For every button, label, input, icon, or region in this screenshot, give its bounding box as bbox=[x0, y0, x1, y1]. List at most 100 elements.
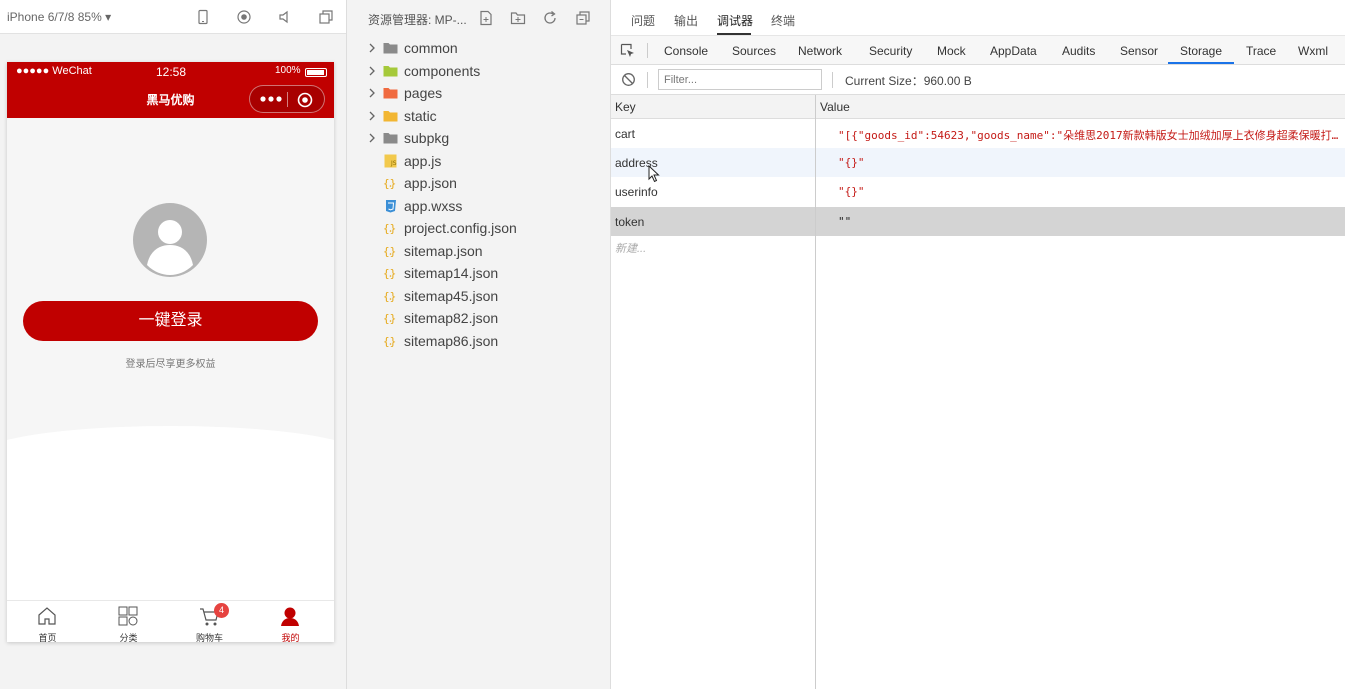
svg-text:{}: {} bbox=[383, 290, 396, 303]
tab-sensor[interactable]: Sensor bbox=[1120, 44, 1158, 58]
tree-folder[interactable]: components bbox=[365, 60, 605, 82]
tab-console[interactable]: Console bbox=[664, 44, 708, 58]
svg-text:{}: {} bbox=[383, 222, 396, 235]
avatar bbox=[133, 203, 207, 277]
battery-percent: 100% bbox=[275, 65, 301, 76]
storage-value[interactable]: "{}" bbox=[838, 156, 1344, 169]
tab-mock[interactable]: Mock bbox=[937, 44, 966, 58]
tree-file[interactable]: {} sitemap82.json bbox=[365, 307, 605, 329]
folder-icon bbox=[383, 131, 398, 145]
filter-input[interactable] bbox=[658, 69, 822, 90]
tab-home[interactable]: 首页 bbox=[7, 601, 88, 642]
one-click-login-button[interactable]: 一键登录 bbox=[23, 301, 318, 341]
tree-file[interactable]: {} sitemap86.json bbox=[365, 330, 605, 352]
detach-window-icon[interactable] bbox=[318, 9, 334, 25]
tab-category[interactable]: 分类 bbox=[88, 601, 169, 642]
tab-debugger[interactable]: 调试器 bbox=[717, 12, 753, 29]
table-row-selected[interactable]: token "" bbox=[611, 207, 1345, 236]
tree-file[interactable]: {} project.config.json bbox=[365, 217, 605, 239]
chevron-right-icon[interactable] bbox=[367, 110, 377, 122]
file-name: sitemap82.json bbox=[404, 310, 499, 326]
tab-bar: 首页 分类 4 购物车 我的 bbox=[7, 600, 334, 642]
svg-text:{}: {} bbox=[383, 267, 396, 280]
collapse-all-icon[interactable] bbox=[575, 10, 591, 26]
tab-cart[interactable]: 4 购物车 bbox=[169, 601, 250, 642]
tab-appdata[interactable]: AppData bbox=[990, 44, 1037, 58]
file-name: sitemap45.json bbox=[404, 287, 499, 304]
tree-file[interactable]: {} app.json bbox=[365, 172, 605, 194]
capsule-divider bbox=[287, 92, 288, 107]
tab-label: 购物车 bbox=[195, 633, 223, 642]
file-name: app.js bbox=[404, 152, 442, 169]
tree-file[interactable]: {} sitemap.json bbox=[365, 240, 605, 262]
tab-wxml[interactable]: Wxml bbox=[1298, 44, 1328, 58]
current-size-label: Current Size：960.00 B bbox=[845, 74, 972, 88]
storage-value[interactable]: "" bbox=[838, 215, 1344, 228]
table-row[interactable]: userinfo "{}" bbox=[611, 177, 1345, 206]
tree-folder[interactable]: common bbox=[365, 37, 605, 59]
chevron-right-icon[interactable] bbox=[367, 42, 377, 54]
grid-icon bbox=[118, 606, 138, 626]
value-column-header[interactable]: Value bbox=[820, 100, 850, 114]
tab-label: 首页 bbox=[38, 633, 57, 642]
tree-folder[interactable]: subpkg bbox=[365, 127, 605, 149]
tree-folder[interactable]: pages bbox=[365, 82, 605, 104]
toolbar-divider bbox=[647, 43, 648, 58]
chevron-right-icon[interactable] bbox=[367, 65, 377, 77]
column-divider[interactable] bbox=[815, 95, 816, 689]
storage-key[interactable]: userinfo bbox=[615, 185, 658, 199]
chevron-right-icon[interactable] bbox=[367, 87, 377, 99]
table-row[interactable]: cart "[{"goods_id":54623,"goods_name":"朵… bbox=[611, 119, 1345, 148]
tab-network[interactable]: Network bbox=[798, 44, 842, 58]
close-miniprogram-icon[interactable] bbox=[297, 92, 313, 108]
phone-icon[interactable] bbox=[195, 9, 211, 25]
storage-table-header: Key Value bbox=[611, 95, 1345, 119]
tab-sources[interactable]: Sources bbox=[732, 44, 776, 58]
status-bar: ●●●●● WeChat 12:58 100% bbox=[7, 62, 334, 82]
tab-security[interactable]: Security bbox=[869, 44, 912, 58]
tab-terminal[interactable]: 终端 bbox=[771, 12, 795, 29]
tab-problems[interactable]: 问题 bbox=[631, 12, 655, 29]
inspect-element-icon[interactable] bbox=[620, 43, 635, 58]
file-name: subpkg bbox=[404, 130, 450, 146]
explorer-pane: 资源管理器: MP-... common components pages stati… bbox=[347, 0, 610, 689]
new-file-icon[interactable] bbox=[478, 10, 494, 26]
storage-value[interactable]: "[{"goods_id":54623,"goods_name":"朵维思201… bbox=[838, 127, 1344, 143]
tree-file[interactable]: JS app.js bbox=[365, 150, 605, 172]
folder-icon bbox=[383, 64, 398, 78]
tree-file[interactable]: {} sitemap45.json bbox=[365, 285, 605, 307]
json-file-icon: {} bbox=[383, 334, 398, 348]
active-tab-indicator bbox=[717, 33, 751, 35]
tree-folder[interactable]: static bbox=[365, 105, 605, 127]
table-row[interactable]: address "{}" bbox=[611, 148, 1345, 177]
tab-audits[interactable]: Audits bbox=[1062, 44, 1095, 58]
key-column-header[interactable]: Key bbox=[615, 100, 636, 114]
new-entry-placeholder[interactable]: 新建... bbox=[615, 240, 646, 256]
record-icon[interactable] bbox=[236, 9, 252, 25]
storage-value[interactable]: "{}" bbox=[838, 185, 1344, 198]
json-file-icon: {} bbox=[383, 176, 398, 190]
new-folder-icon[interactable] bbox=[510, 10, 526, 26]
file-name: sitemap14.json bbox=[404, 265, 499, 281]
tab-my[interactable]: 我的 bbox=[250, 601, 331, 642]
more-icon[interactable] bbox=[259, 93, 283, 105]
device-select[interactable]: iPhone 6/7/8 85% ▾ bbox=[7, 10, 111, 24]
tab-trace[interactable]: Trace bbox=[1246, 44, 1276, 58]
storage-key[interactable]: token bbox=[615, 215, 644, 229]
javascript-file-icon: JS bbox=[383, 154, 398, 168]
file-name: sitemap.json bbox=[404, 242, 483, 259]
clear-storage-icon[interactable] bbox=[621, 72, 636, 87]
tree-file[interactable]: {} sitemap14.json bbox=[365, 262, 605, 284]
tab-output[interactable]: 输出 bbox=[674, 12, 698, 29]
file-name: components bbox=[404, 62, 481, 79]
json-file-icon: {} bbox=[383, 311, 398, 325]
explorer-title: 资源管理器: MP-... bbox=[368, 13, 467, 27]
chevron-right-icon[interactable] bbox=[367, 132, 377, 144]
volume-icon[interactable] bbox=[277, 9, 293, 25]
tree-file[interactable]: app.wxss bbox=[365, 195, 605, 217]
folder-icon bbox=[383, 109, 398, 123]
tab-storage[interactable]: Storage bbox=[1180, 44, 1222, 58]
folder-icon bbox=[383, 41, 398, 55]
storage-key[interactable]: cart bbox=[615, 127, 635, 141]
refresh-icon[interactable] bbox=[542, 10, 558, 26]
